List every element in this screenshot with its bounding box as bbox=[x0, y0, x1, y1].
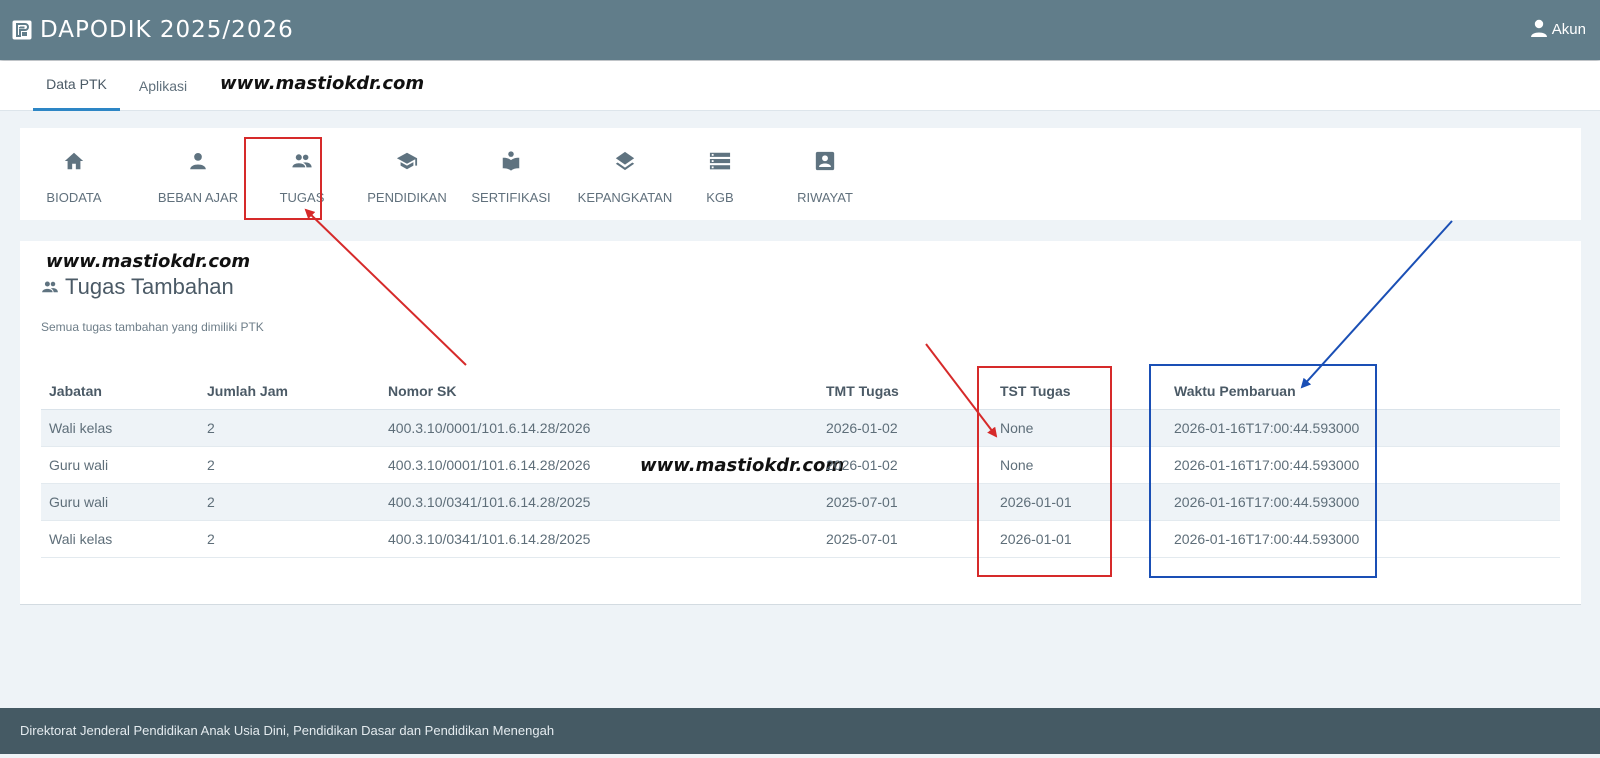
cell-waktu-pembaruan: 2026-01-16T17:00:44.593000 bbox=[1174, 420, 1360, 436]
menu-label: SERTIFIKASI bbox=[471, 190, 551, 205]
tugas-table: Jabatan Jumlah Jam Nomor SK TMT Tugas TS… bbox=[41, 373, 1560, 558]
cell-tmt-tugas: 2026-01-02 bbox=[826, 457, 898, 473]
cell-jabatan: Wali kelas bbox=[49, 531, 113, 547]
menu-label: BEBAN AJAR bbox=[157, 190, 239, 205]
dapodik-logo-icon bbox=[12, 20, 32, 40]
tab-data-ptk[interactable]: Data PTK bbox=[33, 61, 120, 111]
cell-jumlah-jam: 2 bbox=[207, 494, 215, 510]
menu-item-tugas[interactable]: TUGAS bbox=[265, 128, 339, 220]
menu-item-kgb[interactable]: KGB bbox=[675, 128, 765, 220]
cell-jabatan: Guru wali bbox=[49, 457, 109, 473]
people-icon bbox=[292, 154, 312, 168]
table-row[interactable]: Wali kelas 2 400.3.10/0001/101.6.14.28/2… bbox=[41, 410, 1560, 447]
account-button[interactable]: Akun bbox=[1529, 18, 1586, 38]
table-header-row: Jabatan Jumlah Jam Nomor SK TMT Tugas TS… bbox=[41, 373, 1560, 410]
column-header-waktu-pembaruan[interactable]: Waktu Pembaruan bbox=[1174, 373, 1296, 410]
cell-nomor-sk: 400.3.10/0001/101.6.14.28/2026 bbox=[388, 457, 591, 473]
cell-tmt-tugas: 2026-01-02 bbox=[826, 420, 898, 436]
menu-item-riwayat[interactable]: RIWAYAT bbox=[775, 128, 875, 220]
section-description: Semua tugas tambahan yang dimiliki PTK bbox=[41, 320, 264, 334]
watermark-text: www.mastiokdr.com bbox=[220, 73, 425, 94]
column-header-nomor-sk[interactable]: Nomor SK bbox=[388, 373, 456, 410]
cell-nomor-sk: 400.3.10/0341/101.6.14.28/2025 bbox=[388, 531, 591, 547]
menu-item-kepangkatan[interactable]: KEPANGKATAN bbox=[560, 128, 690, 220]
watermark-text: www.mastiokdr.com bbox=[46, 251, 251, 272]
cell-tst-tugas: None bbox=[1000, 420, 1034, 436]
column-header-tmt-tugas[interactable]: TMT Tugas bbox=[826, 373, 899, 410]
menu-label: PENDIDIKAN bbox=[367, 190, 447, 205]
list-icon bbox=[709, 152, 731, 170]
app-title: DAPODIK 2025/2026 bbox=[40, 17, 294, 43]
ptk-menu: BIODATA BEBAN AJAR TUGAS PENDIDIKAN SERT… bbox=[20, 128, 1581, 220]
brand[interactable]: DAPODIK 2025/2026 bbox=[12, 15, 294, 45]
account-label: Akun bbox=[1551, 21, 1586, 38]
tugas-tambahan-card: www.mastiokdr.com Tugas Tambahan Semua t… bbox=[20, 241, 1581, 605]
cell-nomor-sk: 400.3.10/0001/101.6.14.28/2026 bbox=[388, 420, 591, 436]
cell-jumlah-jam: 2 bbox=[207, 531, 215, 547]
layers-icon bbox=[615, 151, 635, 171]
people-icon bbox=[42, 281, 58, 293]
menu-label: KGB bbox=[706, 190, 734, 205]
section-title: Tugas Tambahan bbox=[41, 274, 234, 300]
menu-label: KEPANGKATAN bbox=[577, 190, 673, 205]
cell-waktu-pembaruan: 2026-01-16T17:00:44.593000 bbox=[1174, 531, 1360, 547]
section-title-text: Tugas Tambahan bbox=[65, 274, 234, 299]
column-header-jumlah-jam[interactable]: Jumlah Jam bbox=[207, 373, 288, 410]
footer: Direktorat Jenderal Pendidikan Anak Usia… bbox=[0, 708, 1600, 754]
watermark-text: www.mastiokdr.com bbox=[640, 455, 845, 476]
top-app-bar: DAPODIK 2025/2026 Akun bbox=[0, 0, 1600, 60]
column-header-tst-tugas[interactable]: TST Tugas bbox=[1000, 373, 1071, 410]
cell-jumlah-jam: 2 bbox=[207, 420, 215, 436]
contact-card-icon bbox=[815, 151, 835, 171]
menu-item-sertifikasi[interactable]: SERTIFIKASI bbox=[457, 128, 565, 220]
cell-tst-tugas: 2026-01-01 bbox=[1000, 531, 1072, 547]
cell-tst-tugas: 2026-01-01 bbox=[1000, 494, 1072, 510]
cell-jabatan: Wali kelas bbox=[49, 420, 113, 436]
menu-label: TUGAS bbox=[279, 190, 325, 205]
home-icon bbox=[64, 152, 84, 170]
menu-item-pendidikan[interactable]: PENDIDIKAN bbox=[347, 128, 467, 220]
book-reader-icon bbox=[502, 151, 520, 171]
sub-navigation: Data PTK Aplikasi www.mastiokdr.com bbox=[0, 61, 1600, 111]
graduation-cap-icon bbox=[396, 152, 418, 170]
cell-tst-tugas: None bbox=[1000, 457, 1034, 473]
cell-tmt-tugas: 2025-07-01 bbox=[826, 531, 898, 547]
menu-label: BIODATA bbox=[46, 190, 102, 205]
column-header-jabatan[interactable]: Jabatan bbox=[49, 373, 102, 410]
table-row[interactable]: Guru wali 2 400.3.10/0001/101.6.14.28/20… bbox=[41, 447, 1560, 484]
person-icon bbox=[190, 153, 206, 170]
cell-nomor-sk: 400.3.10/0341/101.6.14.28/2025 bbox=[388, 494, 591, 510]
cell-waktu-pembaruan: 2026-01-16T17:00:44.593000 bbox=[1174, 494, 1360, 510]
tab-aplikasi[interactable]: Aplikasi bbox=[130, 61, 196, 111]
user-icon bbox=[1530, 19, 1547, 37]
menu-item-beban-ajar[interactable]: BEBAN AJAR bbox=[138, 128, 258, 220]
cell-waktu-pembaruan: 2026-01-16T17:00:44.593000 bbox=[1174, 457, 1360, 473]
cell-tmt-tugas: 2025-07-01 bbox=[826, 494, 898, 510]
table-row[interactable]: Wali kelas 2 400.3.10/0341/101.6.14.28/2… bbox=[41, 521, 1560, 558]
table-row[interactable]: Guru wali 2 400.3.10/0341/101.6.14.28/20… bbox=[41, 484, 1560, 521]
cell-jumlah-jam: 2 bbox=[207, 457, 215, 473]
menu-item-biodata[interactable]: BIODATA bbox=[20, 128, 128, 220]
cell-jabatan: Guru wali bbox=[49, 494, 109, 510]
menu-label: RIWAYAT bbox=[797, 190, 853, 205]
